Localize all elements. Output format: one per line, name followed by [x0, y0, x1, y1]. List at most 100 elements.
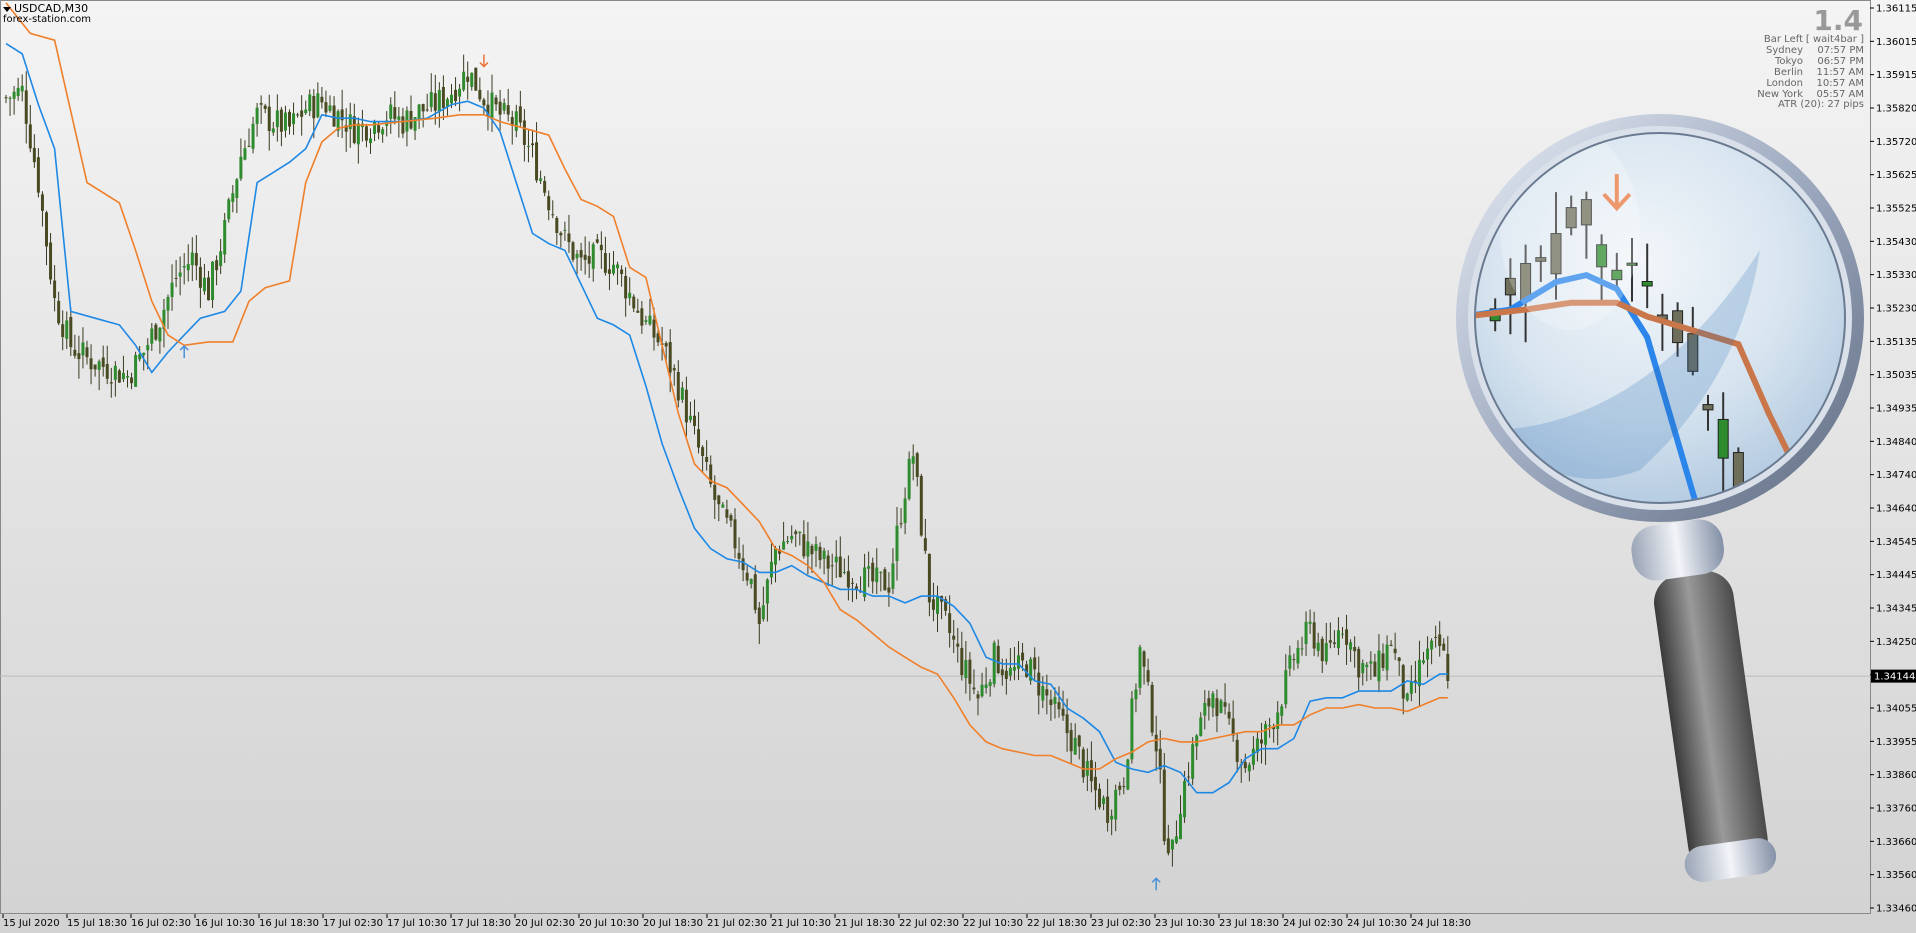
candle-body: [283, 112, 287, 131]
candle-body: [1434, 636, 1438, 638]
candle-body: [53, 280, 57, 299]
candle-body: [761, 605, 765, 620]
info-row-label: Berlin: [1774, 67, 1803, 78]
candle-body: [194, 253, 198, 266]
candle-body: [753, 574, 757, 610]
candle-body: [1000, 669, 1004, 676]
candle-body: [296, 114, 300, 116]
y-tick-label: 1.35230: [1876, 304, 1916, 315]
candle-body: [1037, 672, 1041, 696]
candle-body: [1134, 689, 1138, 700]
candle-body: [992, 642, 996, 685]
y-tick-label: 1.35720: [1876, 137, 1916, 148]
candle-body: [1324, 643, 1328, 662]
info-row-label: Sydney: [1766, 45, 1803, 56]
candle-body: [401, 116, 405, 134]
candle-body: [551, 214, 555, 216]
candle-body: [774, 548, 777, 565]
candle-body: [16, 87, 20, 97]
candle-body: [1373, 661, 1377, 677]
y-tick-label: 1.35820: [1876, 104, 1916, 115]
candle-body: [810, 545, 814, 555]
candle-body: [757, 607, 761, 624]
candle-body: [417, 104, 421, 119]
candle-body: [741, 558, 745, 571]
x-tick-label: 21 Jul 10:30: [771, 918, 831, 929]
candle-body: [721, 504, 725, 508]
candle-body: [693, 415, 696, 426]
candle-body: [1409, 681, 1413, 694]
candle-body: [688, 415, 692, 420]
candle-body: [794, 531, 798, 535]
candle-body: [960, 647, 964, 676]
candle-body: [717, 495, 721, 505]
y-tick-label: 1.33860: [1876, 770, 1916, 781]
y-tick-label: 1.33955: [1876, 737, 1916, 748]
x-tick-label: 17 Jul 18:30: [451, 918, 511, 929]
info-row-label: London: [1766, 78, 1803, 89]
candle-body: [964, 659, 968, 679]
candle-body: [1223, 702, 1227, 707]
y-tick-label: 1.36015: [1876, 37, 1916, 48]
candle-body: [1251, 748, 1255, 765]
y-tick-label: 1.34545: [1876, 537, 1916, 548]
y-tick-label: 1.33560: [1876, 870, 1916, 881]
candle-body: [1183, 780, 1187, 818]
candle-body: [1426, 648, 1430, 660]
candle-body: [462, 71, 466, 90]
y-tick-label: 1.35135: [1876, 337, 1916, 348]
price-chart[interactable]: 1.36115 1.36015 1.35915 1.35820 1.35720 1.356…: [0, 0, 1916, 933]
candle-body: [348, 114, 352, 130]
candle-body: [1033, 657, 1037, 670]
candle-body: [1179, 813, 1182, 840]
candle-body: [952, 635, 956, 640]
candle-body: [146, 345, 150, 351]
candle-body: [126, 375, 129, 378]
x-tick-label: 22 Jul 02:30: [899, 918, 959, 929]
candle-body: [1308, 621, 1312, 624]
candle-body: [769, 561, 773, 578]
candle-body: [105, 363, 109, 379]
candle-body: [1280, 706, 1284, 716]
candle-body: [259, 103, 263, 105]
candle-body: [198, 266, 202, 288]
x-tick-label: 15 Jul 18:30: [67, 918, 127, 929]
lens-candle-body: [1641, 280, 1653, 287]
candle-body: [1397, 657, 1401, 662]
price-badge: 1.34144: [1871, 669, 1916, 683]
y-tick-label: 1.34345: [1876, 604, 1916, 615]
x-tick-label: 16 Jul 02:30: [131, 918, 191, 929]
candle-body: [948, 613, 952, 634]
x-tick-label: 16 Jul 10:30: [195, 918, 255, 929]
candle-body: [1017, 655, 1020, 669]
candle-body: [93, 364, 97, 370]
candle-body: [806, 541, 810, 557]
candle-body: [279, 109, 283, 132]
candle-body: [915, 453, 919, 477]
candle-body: [1061, 708, 1065, 716]
candle-body: [243, 148, 247, 160]
y-tick-label: 1.34640: [1876, 504, 1916, 515]
lens-candle-body: [1717, 418, 1729, 459]
candle-body: [802, 534, 806, 557]
info-big-value: 1.4: [1813, 4, 1863, 37]
candle-body: [166, 296, 170, 311]
candle-body: [968, 659, 972, 684]
candle-body: [587, 256, 591, 264]
candle-body: [308, 94, 312, 112]
candle-body: [729, 515, 733, 521]
candle-body: [1417, 659, 1421, 687]
candle-body: [931, 599, 935, 610]
candle-body: [1320, 638, 1324, 662]
y-tick-label: 1.34445: [1876, 570, 1916, 581]
candle-body: [215, 260, 219, 271]
info-row-value: 11:57 AM: [1817, 67, 1864, 78]
candle-body: [324, 102, 328, 113]
candle-body: [381, 129, 385, 135]
candle-body: [433, 93, 437, 111]
candle-body: [1146, 670, 1150, 682]
candle-body: [1316, 642, 1320, 651]
candle-body: [1170, 839, 1174, 850]
candle-body: [1332, 642, 1336, 644]
candle-body: [239, 156, 243, 179]
